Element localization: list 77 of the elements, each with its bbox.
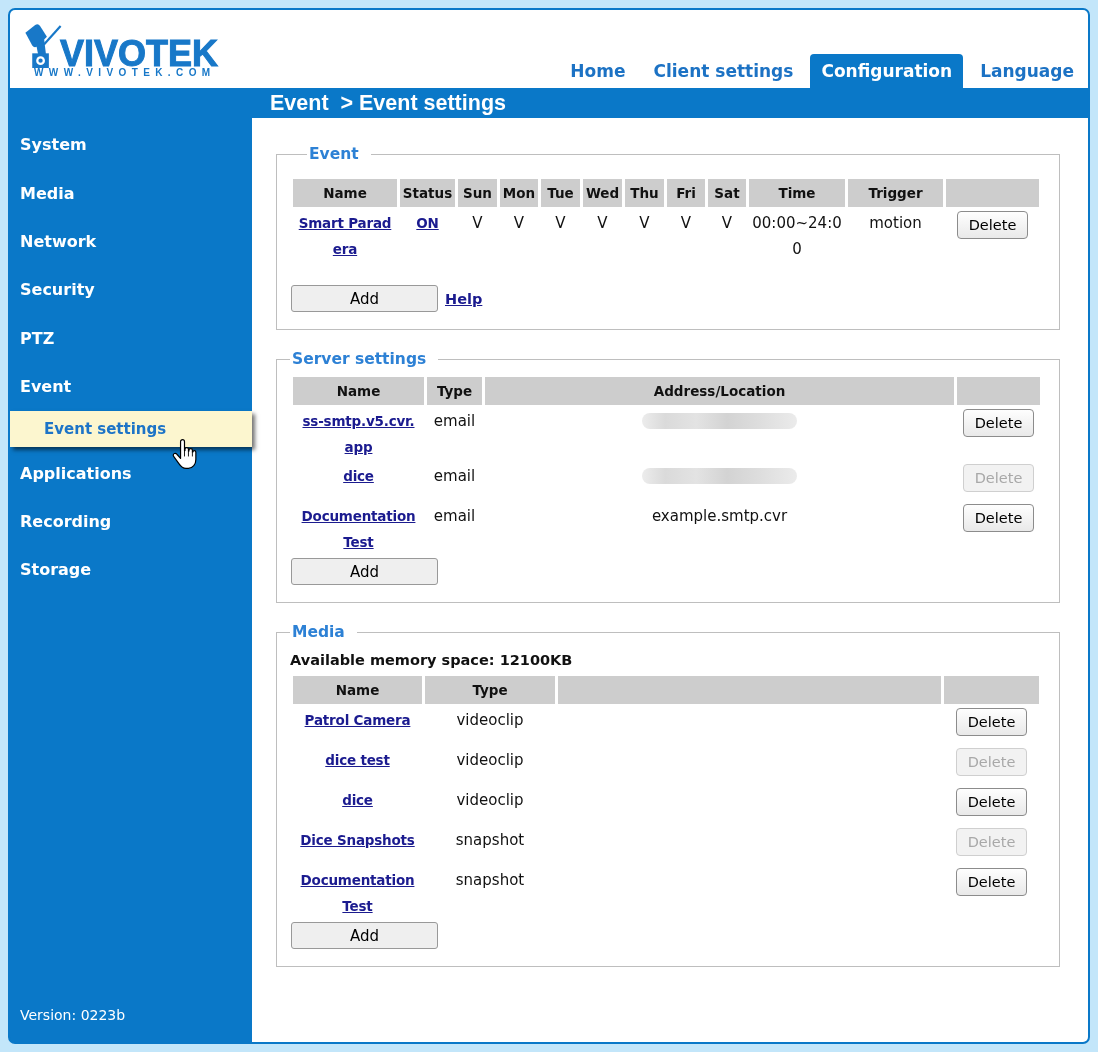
- server-name-link[interactable]: Documentation Test: [300, 503, 417, 555]
- type-cell-text: snapshot: [454, 830, 526, 851]
- section-title: Media: [291, 622, 346, 642]
- section-title: Server settings: [291, 349, 428, 369]
- add-button[interactable]: Add: [291, 558, 438, 585]
- sidebar-item[interactable]: Event: [20, 377, 72, 398]
- trigger-cell-text: motion: [868, 213, 923, 234]
- type-cell-text: email: [432, 466, 477, 487]
- type-cell-text: videoclip: [455, 790, 525, 811]
- day-cell-text: V: [554, 213, 567, 234]
- media-name-link[interactable]: Documentation Test: [293, 867, 422, 919]
- add-button[interactable]: Add: [291, 285, 438, 312]
- camera-logo-icon: [24, 23, 62, 68]
- column-header: Time: [749, 179, 845, 207]
- column-header: Wed: [583, 179, 622, 207]
- delete-button[interactable]: Delete: [963, 504, 1034, 532]
- server-name-link[interactable]: dice: [343, 463, 374, 489]
- column-header: Sat: [708, 179, 746, 207]
- type-cell-text: snapshot: [454, 870, 526, 891]
- type-cell-text: videoclip: [455, 750, 525, 771]
- type-cell-text: email: [432, 411, 477, 432]
- hand-cursor-icon: [172, 439, 197, 469]
- delete-button[interactable]: Delete: [956, 868, 1027, 896]
- delete-button[interactable]: Delete: [963, 409, 1034, 437]
- column-header: Status: [400, 179, 455, 207]
- sidebar-subitem[interactable]: Event settings: [10, 411, 252, 448]
- logo-url: WWW.VIVOTEK.COM: [34, 68, 216, 78]
- nav-tab[interactable]: Home: [570, 61, 626, 81]
- section-title: Event: [308, 144, 360, 164]
- media-name-link[interactable]: Patrol Camera: [304, 707, 411, 733]
- day-cell-text: V: [471, 213, 484, 234]
- day-cell-text: V: [679, 213, 693, 234]
- sidebar-item[interactable]: Storage: [20, 560, 92, 581]
- day-cell-text: V: [638, 213, 651, 234]
- column-header: Name: [293, 676, 422, 704]
- delete-button[interactable]: Delete: [956, 788, 1027, 816]
- column-header: Type: [427, 377, 482, 405]
- day-cell-text: V: [720, 213, 734, 234]
- day-cell-text: V: [512, 213, 526, 234]
- memory-info: Available memory space: 12100KB: [290, 651, 573, 670]
- day-cell-text: V: [596, 213, 609, 234]
- column-header: Name: [293, 179, 397, 207]
- type-cell-text: email: [432, 506, 477, 527]
- version-label: Version: 0223b: [20, 1006, 126, 1024]
- logo-wordmark: VIVOTEK: [60, 40, 219, 68]
- column-header: Mon: [500, 179, 538, 207]
- column-header: Address/Location: [485, 377, 954, 405]
- sidebar-item[interactable]: Network: [20, 231, 97, 252]
- column-header: Sun: [458, 179, 497, 207]
- column-header: Thu: [625, 179, 664, 207]
- event-name-link[interactable]: Smart Paradera: [296, 210, 394, 262]
- nav-tab[interactable]: Configuration: [810, 54, 964, 88]
- type-cell-text: videoclip: [455, 710, 525, 731]
- column-header: Tue: [541, 179, 580, 207]
- column-header: Name: [293, 377, 424, 405]
- page-title: Event > Event settings: [270, 90, 506, 117]
- column-header: Type: [425, 676, 555, 704]
- sidebar-item[interactable]: Applications: [20, 463, 132, 484]
- nav-tab[interactable]: Client settings: [653, 61, 794, 81]
- address-cell-text: example.smtp.cvr: [650, 506, 789, 527]
- status-link[interactable]: ON: [416, 210, 439, 236]
- sidebar-item[interactable]: Recording: [20, 511, 112, 532]
- media-name-link[interactable]: dice: [342, 787, 373, 813]
- media-name-link[interactable]: Dice Snapshots: [300, 827, 415, 853]
- nav-tab[interactable]: Language: [980, 61, 1074, 81]
- media-name-link[interactable]: dice test: [325, 747, 390, 773]
- column-header: Trigger: [848, 179, 943, 207]
- help-link[interactable]: Help: [445, 290, 483, 307]
- sidebar-item[interactable]: PTZ: [20, 328, 55, 349]
- time-cell-text: 00:00~24:00: [751, 213, 843, 260]
- add-button[interactable]: Add: [291, 922, 438, 949]
- delete-button[interactable]: Delete: [956, 708, 1027, 736]
- sidebar-item[interactable]: Media: [20, 183, 75, 204]
- sidebar-item[interactable]: Security: [20, 280, 95, 301]
- delete-button[interactable]: Delete: [957, 211, 1028, 239]
- sidebar-item[interactable]: System: [20, 135, 87, 156]
- column-header: Fri: [667, 179, 705, 207]
